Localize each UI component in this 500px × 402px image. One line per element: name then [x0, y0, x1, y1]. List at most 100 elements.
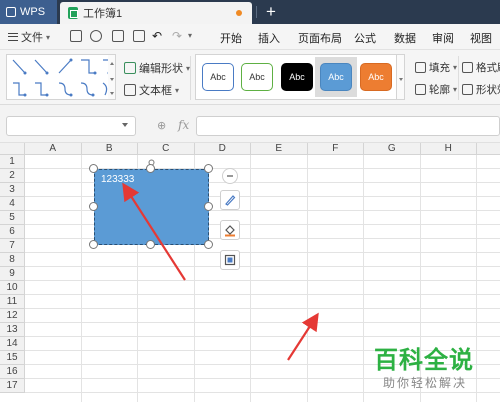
row-header-8[interactable]: 8 — [0, 253, 25, 267]
shape-effect-icon — [462, 84, 473, 95]
tab-workbook-label: 工作簿1 — [83, 8, 123, 20]
export-icon[interactable] — [90, 30, 102, 42]
column-header-i[interactable]: I — [477, 143, 500, 155]
layers-icon — [224, 254, 236, 266]
column-header-e[interactable]: E — [251, 143, 308, 155]
menu-insert[interactable]: 插入 — [258, 30, 280, 46]
style-option-black[interactable]: Abc — [281, 63, 313, 91]
row-header-4[interactable]: 4 — [0, 197, 25, 211]
column-header-a[interactable]: A — [25, 143, 82, 155]
rectangle-shape[interactable]: 123333 — [94, 169, 209, 245]
row-header-13[interactable]: 13 — [0, 323, 25, 337]
row-header-7[interactable]: 7 — [0, 239, 25, 253]
outline-button[interactable]: 轮廓 ▾ — [415, 82, 457, 97]
menu-page-layout[interactable]: 页面布局 — [298, 30, 342, 46]
chevron-down-icon: ▾ — [175, 85, 180, 95]
outline-label: 轮廓 — [429, 84, 450, 96]
menu-review[interactable]: 审阅 — [432, 30, 454, 46]
fill-button[interactable]: 填充 ▾ — [415, 60, 457, 75]
rotation-handle[interactable] — [148, 157, 155, 166]
shape-outline-tool[interactable] — [220, 190, 240, 210]
shape-effect-button[interactable]: 形状效 — [462, 82, 500, 97]
collapse-tools-button[interactable] — [222, 168, 238, 184]
row-header-11[interactable]: 11 — [0, 295, 25, 309]
resize-handle-left[interactable] — [89, 202, 98, 211]
row-header-10[interactable]: 10 — [0, 281, 25, 295]
row-header-9[interactable]: 9 — [0, 267, 25, 281]
row-header-15[interactable]: 15 — [0, 351, 25, 365]
ribbon-toolbar: 编辑形状 ▾ 文本框 ▾ Abc Abc Abc Abc Abc 填充 ▾ 轮廓… — [0, 50, 500, 105]
insert-function-button[interactable]: fx — [178, 118, 189, 132]
connector-lines-icon — [12, 58, 111, 97]
style-option-outline-blue[interactable]: Abc — [202, 63, 234, 91]
resize-handle-top-right[interactable] — [204, 164, 213, 173]
row-header-12[interactable]: 12 — [0, 309, 25, 323]
column-header-c[interactable]: C — [138, 143, 195, 155]
column-header-b[interactable]: B — [81, 143, 138, 155]
unsaved-dot-icon — [236, 10, 242, 16]
shape-effect-label: 形状效 — [476, 84, 500, 96]
shape-fill-tool[interactable] — [220, 220, 240, 240]
grid-row-line — [25, 308, 500, 309]
style-option-outline-green[interactable]: Abc — [241, 63, 273, 91]
row-header-6[interactable]: 6 — [0, 225, 25, 239]
format-brush-label: 格式刷 — [476, 62, 500, 74]
shape-text[interactable]: 123333 — [101, 174, 134, 185]
new-tab-button[interactable]: + — [262, 0, 280, 24]
shape-styles-gallery[interactable]: Abc Abc Abc Abc Abc — [195, 54, 397, 100]
formula-input[interactable] — [196, 116, 500, 136]
formula-bar: ⊕ fx — [0, 105, 500, 143]
redo-dropdown-icon[interactable]: ▾ — [188, 31, 192, 40]
edit-shape-button[interactable]: 编辑形状 ▾ — [124, 60, 190, 76]
resize-handle-top[interactable] — [146, 164, 155, 173]
resize-handle-bottom-left[interactable] — [89, 240, 98, 249]
name-box-dropdown-icon[interactable] — [122, 123, 128, 127]
menu-start[interactable]: 开始 — [220, 30, 242, 46]
column-header-d[interactable]: D — [194, 143, 251, 155]
resize-handle-top-left[interactable] — [89, 164, 98, 173]
row-header-17[interactable]: 17 — [0, 379, 25, 393]
row-header-1[interactable]: 1 — [0, 155, 25, 169]
row-header-2[interactable]: 2 — [0, 169, 25, 183]
file-menu-button[interactable]: 文件 ▾ — [8, 28, 50, 46]
print-icon[interactable] — [112, 30, 124, 42]
undo-icon[interactable]: ↶ — [152, 29, 162, 43]
zoom-magnifier-icon[interactable]: ⊕ — [157, 119, 166, 132]
resize-handle-bottom-right[interactable] — [204, 240, 213, 249]
row-header-16[interactable]: 16 — [0, 365, 25, 379]
row-header-5[interactable]: 5 — [0, 211, 25, 225]
resize-handle-bottom[interactable] — [146, 240, 155, 249]
watermark-title: 百科全说 — [374, 347, 474, 374]
text-box-icon — [124, 84, 136, 96]
column-header-f[interactable]: F — [307, 143, 364, 155]
tab-workbook[interactable]: 工作簿1 — [60, 2, 252, 24]
column-header-h[interactable]: H — [420, 143, 477, 155]
save-icon[interactable] — [70, 30, 82, 42]
minus-icon — [227, 175, 233, 177]
resize-handle-right[interactable] — [204, 202, 213, 211]
ribbon-divider — [190, 56, 191, 100]
redo-icon[interactable]: ↷ — [172, 29, 182, 43]
fill-bucket-icon — [225, 225, 235, 237]
ribbon-divider — [458, 56, 459, 100]
column-header-g[interactable]: G — [364, 143, 421, 155]
menu-data[interactable]: 数据 — [394, 30, 416, 46]
format-brush-button[interactable]: 格式刷 — [462, 60, 500, 75]
style-option-blue[interactable]: Abc — [320, 63, 352, 91]
print-preview-icon[interactable] — [133, 30, 145, 42]
tab-wps-home[interactable]: WPS — [0, 0, 57, 24]
text-box-button[interactable]: 文本框 ▾ — [124, 82, 179, 98]
row-header-14[interactable]: 14 — [0, 337, 25, 351]
shape-layout-tool[interactable] — [220, 250, 240, 270]
name-box[interactable] — [6, 116, 136, 136]
shapes-gallery-scroll[interactable] — [108, 54, 116, 100]
grid-row-line — [25, 392, 500, 393]
row-header-3[interactable]: 3 — [0, 183, 25, 197]
menu-formula[interactable]: 公式 — [354, 30, 376, 46]
tab-wps-label: WPS — [20, 6, 46, 18]
style-option-orange[interactable]: Abc — [360, 63, 392, 91]
styles-gallery-scroll[interactable] — [397, 54, 405, 100]
select-all-corner[interactable] — [0, 143, 25, 155]
shapes-gallery[interactable] — [6, 54, 114, 100]
menu-view[interactable]: 视图 — [470, 30, 492, 46]
